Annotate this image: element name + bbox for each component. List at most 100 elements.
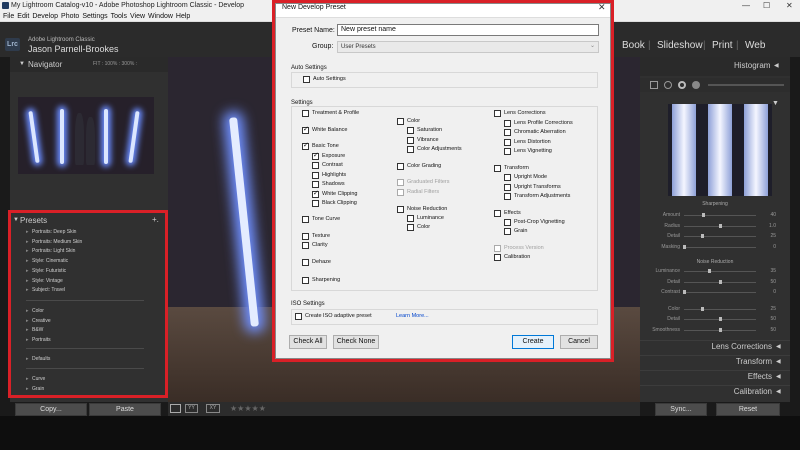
menu-window[interactable]: Window — [148, 13, 173, 20]
create-button[interactable]: Create — [512, 335, 554, 349]
module-slideshow[interactable]: Slideshow — [657, 40, 703, 51]
sync-button[interactable]: Sync... — [655, 403, 707, 416]
before-after-split-icon[interactable]: XY — [206, 404, 220, 413]
navigator-preview[interactable] — [18, 97, 154, 174]
close-icon[interactable]: ✕ — [786, 0, 793, 11]
slider-thumb[interactable] — [719, 327, 722, 332]
reset-button[interactable]: Reset — [716, 403, 780, 416]
preset-item[interactable]: Color — [32, 308, 44, 314]
group-select[interactable]: User Presets — [337, 41, 599, 53]
slider-track[interactable] — [684, 271, 756, 272]
checkbox[interactable] — [302, 216, 309, 223]
module-print[interactable]: Print — [712, 40, 733, 51]
slider-thumb[interactable] — [701, 234, 704, 238]
checkbox[interactable] — [312, 200, 319, 207]
slider-thumb[interactable] — [719, 279, 722, 284]
preview-toggle-icon[interactable]: ▼ — [772, 100, 779, 107]
module-web[interactable]: Web — [745, 40, 765, 51]
collapse-triangle-icon[interactable]: ◀ — [776, 343, 781, 350]
collapse-triangle-icon[interactable]: ◀ — [776, 358, 781, 365]
checkbox[interactable] — [302, 259, 309, 266]
preset-item[interactable]: Style: Cinematic — [32, 258, 68, 264]
preset-item[interactable]: Subject: Travel — [32, 287, 65, 293]
menu-develop[interactable]: Develop — [32, 13, 58, 20]
checkbox[interactable] — [303, 76, 310, 83]
tool-slider-track[interactable] — [708, 84, 784, 86]
preset-item[interactable]: Defaults — [32, 356, 50, 362]
checkbox[interactable] — [504, 120, 511, 127]
collapse-triangle-icon[interactable]: ◀ — [776, 388, 781, 395]
menu-file[interactable]: File — [3, 13, 14, 20]
checkbox[interactable] — [504, 148, 511, 155]
collapse-triangle-icon[interactable]: ▼ — [13, 217, 19, 223]
slider-thumb[interactable] — [683, 290, 686, 294]
checkbox[interactable] — [302, 242, 309, 249]
rating-stars[interactable]: ★★★★★ — [230, 404, 266, 413]
preset-item[interactable]: Portraits: Medium Skin — [32, 239, 82, 245]
detail-preview[interactable] — [668, 104, 772, 196]
menu-edit[interactable]: Edit — [17, 13, 29, 20]
checkbox[interactable] — [312, 162, 319, 169]
learn-more-link[interactable]: Learn More... — [396, 313, 429, 319]
checkbox[interactable] — [494, 165, 501, 172]
panel-header[interactable]: Calibration — [660, 387, 772, 396]
collapse-triangle-icon[interactable]: ◀ — [774, 62, 779, 69]
slider-thumb[interactable] — [701, 306, 704, 311]
preset-item[interactable]: Portraits: Light Skin — [32, 248, 75, 254]
slider-thumb[interactable] — [708, 269, 712, 273]
preset-item[interactable]: Portraits: Deep Skin — [32, 229, 76, 235]
loupe-view-icon[interactable] — [170, 404, 181, 413]
slider-track[interactable] — [684, 308, 756, 310]
panel-header[interactable]: Transform — [660, 357, 772, 366]
checkbox[interactable] — [407, 137, 414, 144]
mask-icon[interactable] — [692, 81, 700, 89]
collapse-triangle-icon[interactable]: ◀ — [776, 373, 781, 380]
slider-track[interactable] — [684, 236, 756, 237]
menu-tools[interactable]: Tools — [111, 13, 127, 20]
checkbox[interactable] — [397, 118, 404, 125]
chevron-down-icon[interactable]: ⌄ — [590, 42, 595, 49]
menu-settings[interactable]: Settings — [82, 13, 107, 20]
checkbox[interactable] — [302, 233, 309, 240]
preset-item[interactable]: B&W — [32, 327, 43, 333]
minimize-icon[interactable]: — — [742, 0, 750, 11]
panel-header[interactable]: Lens Corrections — [660, 342, 772, 351]
checkbox[interactable] — [407, 127, 414, 134]
slider-track[interactable] — [684, 292, 756, 293]
collapse-triangle-icon[interactable]: ▼ — [19, 61, 25, 67]
preset-item[interactable]: Portraits — [32, 337, 51, 343]
checkbox[interactable] — [407, 224, 414, 231]
checkbox[interactable] — [302, 277, 309, 284]
presets-title[interactable]: Presets — [20, 216, 47, 225]
spot-removal-icon[interactable] — [664, 81, 672, 89]
preset-item[interactable]: Style: Vintage — [32, 278, 63, 284]
before-after-icon[interactable]: YY — [185, 404, 198, 413]
checkbox[interactable] — [494, 254, 501, 261]
preset-item[interactable]: Grain — [32, 386, 44, 392]
checkbox[interactable] — [504, 193, 511, 200]
checkbox[interactable] — [504, 139, 511, 146]
slider-thumb[interactable] — [719, 317, 722, 321]
check-none-button[interactable]: Check None — [333, 335, 379, 349]
add-preset-icon[interactable]: +. — [152, 215, 159, 224]
checkbox[interactable] — [504, 129, 511, 136]
checkbox[interactable] — [312, 172, 319, 179]
checkbox[interactable] — [312, 181, 319, 188]
slider-thumb[interactable] — [683, 244, 686, 249]
navigator-zoom[interactable]: FIT : 100% : 300% : — [93, 61, 137, 67]
module-book[interactable]: Book — [622, 40, 645, 51]
menu-view[interactable]: View — [130, 13, 145, 20]
menu-help[interactable]: Help — [176, 13, 190, 20]
checkbox[interactable] — [504, 174, 511, 181]
checkbox[interactable] — [504, 184, 511, 191]
checkbox[interactable] — [302, 125, 309, 134]
slider-track[interactable] — [684, 246, 756, 248]
checkbox[interactable] — [312, 151, 319, 160]
checkbox[interactable] — [312, 189, 319, 198]
slider-thumb[interactable] — [719, 223, 722, 228]
checkbox[interactable] — [397, 206, 404, 213]
dialog-close-icon[interactable]: ✕ — [598, 2, 606, 13]
preset-item[interactable]: Style: Futuristic — [32, 268, 66, 274]
checkbox[interactable] — [407, 215, 414, 222]
red-eye-icon[interactable] — [678, 81, 686, 89]
